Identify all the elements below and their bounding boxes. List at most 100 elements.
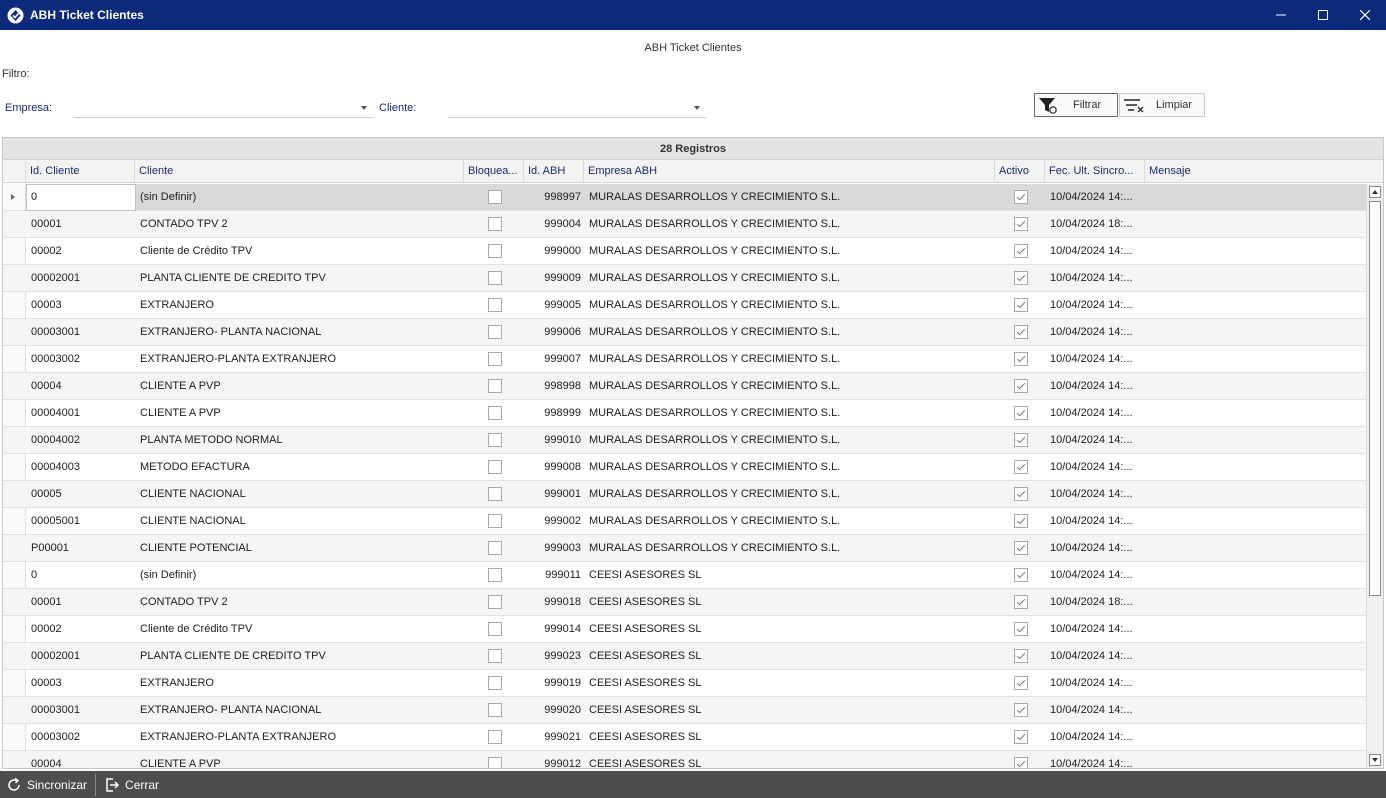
cell-cliente[interactable]: EXTRANJERO	[136, 670, 464, 696]
cell-mensaje[interactable]	[1146, 265, 1366, 291]
cell-empresa-abh[interactable]: MURALAS DESARROLLOS Y CRECIMIENTO S.L.	[585, 508, 995, 534]
cell-empresa-abh[interactable]: MURALAS DESARROLLOS Y CRECIMIENTO S.L.	[585, 481, 995, 507]
checkbox-activo[interactable]	[1014, 325, 1028, 339]
checkbox-activo[interactable]	[1014, 406, 1028, 420]
checkbox-activo[interactable]	[1014, 730, 1028, 744]
cell-mensaje[interactable]	[1146, 373, 1366, 399]
checkbox-activo[interactable]	[1014, 757, 1028, 768]
cell-cliente[interactable]: PLANTA METODO NORMAL	[136, 427, 464, 453]
cell-id-abh[interactable]: 999003	[524, 535, 584, 561]
cell-id-cliente[interactable]: 00004002	[27, 427, 135, 453]
cell-mensaje[interactable]	[1146, 643, 1366, 669]
checkbox-activo[interactable]	[1014, 298, 1028, 312]
cell-cliente[interactable]: CLIENTE POTENCIAL	[136, 535, 464, 561]
cell-id-abh[interactable]: 998998	[524, 373, 584, 399]
checkbox-activo[interactable]	[1014, 433, 1028, 447]
column-header-id-abh[interactable]: Id. ABH	[524, 160, 584, 183]
cell-id-cliente[interactable]: 00002001	[27, 643, 135, 669]
cell-fecha-sincro[interactable]: 10/04/2024 14:...	[1046, 373, 1145, 399]
limpiar-button[interactable]: Limpiar	[1119, 93, 1205, 117]
table-row[interactable]: 00002 Cliente de Crédito TPV 999000 MURALAS…	[3, 238, 1367, 265]
cell-mensaje[interactable]	[1146, 616, 1366, 642]
checkbox-bloqueado[interactable]	[488, 433, 502, 447]
cell-fecha-sincro[interactable]: 10/04/2024 14:...	[1046, 427, 1145, 453]
cell-empresa-abh[interactable]: CEESI ASESORES SL	[585, 616, 995, 642]
cell-mensaje[interactable]	[1146, 211, 1366, 237]
checkbox-activo[interactable]	[1014, 352, 1028, 366]
checkbox-activo[interactable]	[1014, 568, 1028, 582]
cell-fecha-sincro[interactable]: 10/04/2024 14:...	[1046, 670, 1145, 696]
scroll-down-button[interactable]	[1369, 754, 1381, 766]
close-window-button[interactable]	[1344, 0, 1386, 30]
cell-mensaje[interactable]	[1146, 427, 1366, 453]
checkbox-bloqueado[interactable]	[488, 541, 502, 555]
cell-empresa-abh[interactable]: MURALAS DESARROLLOS Y CRECIMIENTO S.L.	[585, 373, 995, 399]
cell-cliente[interactable]: Cliente de Crédito TPV	[136, 616, 464, 642]
cell-fecha-sincro[interactable]: 10/04/2024 14:...	[1046, 292, 1145, 318]
cell-empresa-abh[interactable]: CEESI ASESORES SL	[585, 697, 995, 723]
cell-mensaje[interactable]	[1146, 400, 1366, 426]
cell-fecha-sincro[interactable]: 10/04/2024 14:...	[1046, 643, 1145, 669]
cell-cliente[interactable]: EXTRANJERO-PLANTA EXTRANJERO	[136, 724, 464, 750]
checkbox-bloqueado[interactable]	[488, 514, 502, 528]
checkbox-activo[interactable]	[1014, 487, 1028, 501]
table-row[interactable]: 00002001 PLANTA CLIENTE DE CREDITO TPV 999…	[3, 643, 1367, 670]
cell-id-abh[interactable]: 999012	[524, 751, 584, 768]
cell-empresa-abh[interactable]: MURALAS DESARROLLOS Y CRECIMIENTO S.L.	[585, 535, 995, 561]
checkbox-activo[interactable]	[1014, 460, 1028, 474]
cell-mensaje[interactable]	[1146, 508, 1366, 534]
cerrar-button[interactable]: Cerrar	[96, 771, 167, 798]
cell-fecha-sincro[interactable]: 10/04/2024 14:...	[1046, 562, 1145, 588]
table-row[interactable]: P00001 CLIENTE POTENCIAL 999003 MURALAS DES…	[3, 535, 1367, 562]
column-header-mensaje[interactable]: Mensaje	[1145, 160, 1383, 183]
cell-id-cliente[interactable]: 00004	[27, 373, 135, 399]
cell-mensaje[interactable]	[1146, 319, 1366, 345]
cell-id-abh[interactable]: 999011	[524, 562, 584, 588]
cell-id-cliente[interactable]: 00002	[27, 616, 135, 642]
cell-empresa-abh[interactable]: CEESI ASESORES SL	[585, 724, 995, 750]
cell-fecha-sincro[interactable]: 10/04/2024 14:...	[1046, 319, 1145, 345]
vertical-scrollbar[interactable]	[1366, 184, 1383, 768]
cell-id-cliente[interactable]: 00004	[27, 751, 135, 768]
checkbox-activo[interactable]	[1014, 379, 1028, 393]
cliente-select[interactable]	[448, 97, 706, 118]
checkbox-activo[interactable]	[1014, 190, 1028, 204]
cell-empresa-abh[interactable]: MURALAS DESARROLLOS Y CRECIMIENTO S.L.	[585, 454, 995, 480]
cell-empresa-abh[interactable]: CEESI ASESORES SL	[585, 643, 995, 669]
cell-id-cliente[interactable]: 00005	[27, 481, 135, 507]
cell-id-abh[interactable]: 999006	[524, 319, 584, 345]
cell-id-cliente[interactable]: 00002001	[27, 265, 135, 291]
table-row[interactable]: 00001 CONTADO TPV 2 999004 MURALAS DESARROL…	[3, 211, 1367, 238]
cell-mensaje[interactable]	[1146, 562, 1366, 588]
checkbox-activo[interactable]	[1014, 703, 1028, 717]
cell-mensaje[interactable]	[1146, 535, 1366, 561]
cell-id-cliente[interactable]: 00002	[27, 238, 135, 264]
cell-mensaje[interactable]	[1146, 751, 1366, 768]
cell-cliente[interactable]: (sin Definir)	[136, 562, 464, 588]
cell-mensaje[interactable]	[1146, 697, 1366, 723]
cell-empresa-abh[interactable]: MURALAS DESARROLLOS Y CRECIMIENTO S.L.	[585, 427, 995, 453]
checkbox-bloqueado[interactable]	[488, 244, 502, 258]
cell-cliente[interactable]: PLANTA CLIENTE DE CREDITO TPV	[136, 265, 464, 291]
cell-id-abh[interactable]: 999005	[524, 292, 584, 318]
checkbox-activo[interactable]	[1014, 217, 1028, 231]
table-row[interactable]: 00002 Cliente de Crédito TPV 999014 CEESI A…	[3, 616, 1367, 643]
cell-id-abh[interactable]: 999021	[524, 724, 584, 750]
checkbox-bloqueado[interactable]	[488, 757, 502, 768]
cell-id-cliente[interactable]: 00001	[27, 589, 135, 615]
table-row[interactable]: 00005001 CLIENTE NACIONAL 999002 MURALAS DE…	[3, 508, 1367, 535]
cell-id-cliente[interactable]: 00001	[27, 211, 135, 237]
checkbox-bloqueado[interactable]	[488, 622, 502, 636]
cell-id-abh[interactable]: 999014	[524, 616, 584, 642]
scroll-up-button[interactable]	[1369, 186, 1381, 198]
table-row[interactable]: 00005 CLIENTE NACIONAL 999001 MURALAS DESAR…	[3, 481, 1367, 508]
cell-cliente[interactable]: CLIENTE A PVP	[136, 373, 464, 399]
cell-id-abh[interactable]: 999008	[524, 454, 584, 480]
cell-empresa-abh[interactable]: MURALAS DESARROLLOS Y CRECIMIENTO S.L.	[585, 238, 995, 264]
cell-id-cliente[interactable]: 0	[27, 562, 135, 588]
cell-id-abh[interactable]: 999009	[524, 265, 584, 291]
cell-id-cliente[interactable]: 00004003	[27, 454, 135, 480]
cell-id-cliente[interactable]: 00003001	[27, 697, 135, 723]
checkbox-activo[interactable]	[1014, 244, 1028, 258]
cell-fecha-sincro[interactable]: 10/04/2024 14:...	[1046, 508, 1145, 534]
